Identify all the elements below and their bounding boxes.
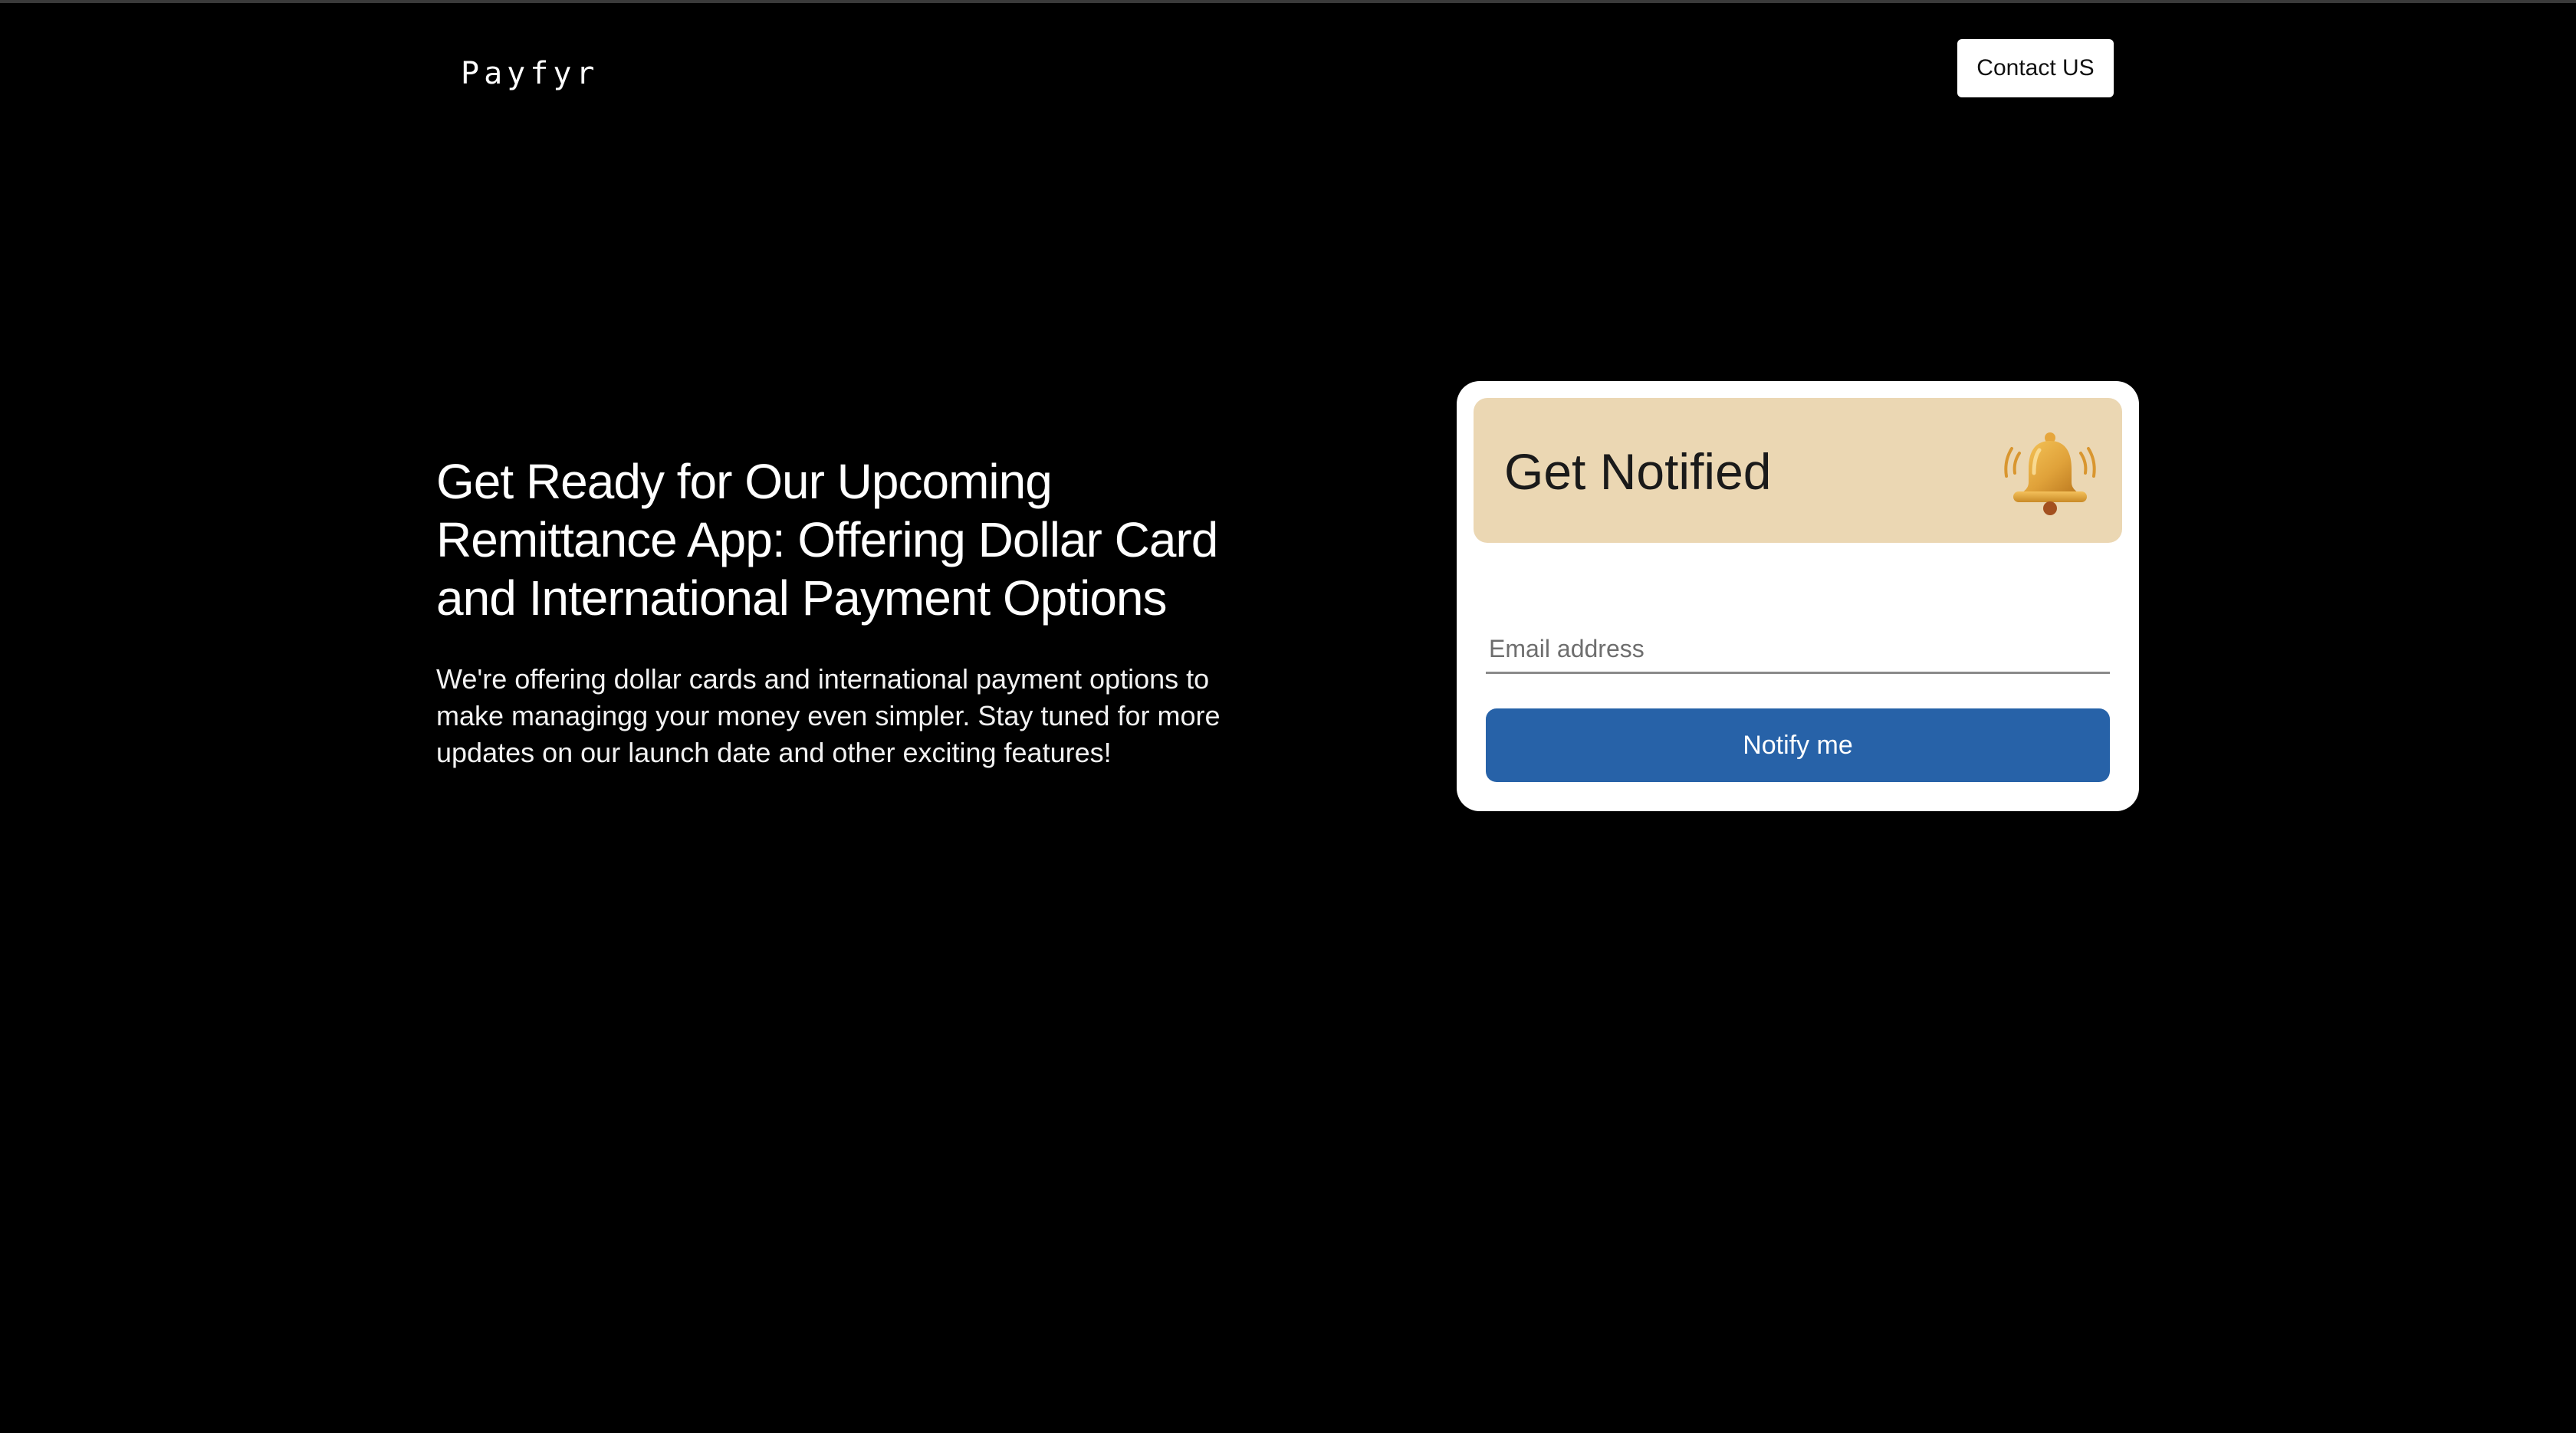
hero-section: Get Ready for Our Upcoming Remittance Ap… bbox=[436, 452, 1287, 771]
hero-description: We're offering dollar cards and internat… bbox=[436, 663, 1221, 768]
top-border bbox=[0, 0, 2576, 3]
notify-me-button[interactable]: Notify me bbox=[1486, 708, 2110, 782]
bell-icon bbox=[2004, 432, 2096, 515]
notify-card-header: Get Notified bbox=[1474, 398, 2122, 543]
email-field[interactable] bbox=[1486, 626, 2110, 674]
notify-card-title: Get Notified bbox=[1504, 443, 1772, 500]
contact-us-button[interactable]: Contact US bbox=[1957, 39, 2114, 97]
brand-logo[interactable]: Payfyr bbox=[461, 54, 600, 94]
hero-title: Get Ready for Our Upcoming Remittance Ap… bbox=[436, 454, 1218, 626]
notify-card: Get Notified Email address Notify me bbox=[1457, 381, 2139, 811]
